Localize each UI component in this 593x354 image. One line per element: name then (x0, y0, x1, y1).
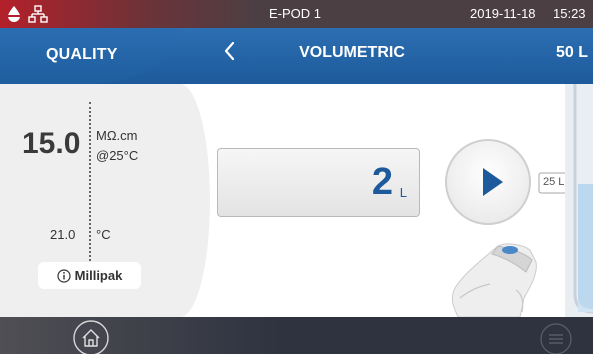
home-icon[interactable] (72, 319, 110, 354)
temperature-unit: °C (96, 227, 111, 242)
device-name: E-POD 1 (268, 6, 321, 21)
alert-drop-icon (6, 6, 22, 22)
quality-tab-label: QUALITY (46, 46, 118, 63)
resistivity-unit: MΩ.cm (96, 128, 138, 143)
back-chevron-icon[interactable] (218, 38, 242, 64)
quality-tab[interactable]: QUALITY (0, 28, 178, 84)
status-date: 2019-11-18 (470, 6, 536, 21)
quality-panel: 15.0 MΩ.cm @25°C 21.0 °C Millipak (0, 84, 210, 317)
dotted-divider (89, 102, 91, 277)
filter-label: Millipak (74, 268, 123, 283)
filter-info-button[interactable]: Millipak (38, 262, 141, 289)
volume-value: 2 (371, 161, 393, 203)
dispenser-gun-illustration (451, 243, 537, 318)
resistivity-value: 15.0 (22, 127, 81, 160)
status-time: 15:23 (553, 6, 586, 21)
play-icon (483, 168, 503, 196)
status-bar: E-POD 1 2019-11-18 15:23 (0, 0, 593, 28)
start-dispense-button[interactable] (445, 139, 531, 225)
page-title: VOLUMETRIC (299, 44, 405, 61)
volume-display[interactable]: 2 L (217, 148, 420, 217)
header-bar: QUALITY VOLUMETRIC 50 L (0, 28, 593, 84)
info-icon (57, 268, 71, 283)
reservoir-gauge (565, 84, 593, 317)
bottom-bar (0, 317, 593, 354)
preset-volume-label: 25 L (543, 176, 565, 188)
temperature-value: 21.0 (50, 227, 76, 242)
volume-preset-header[interactable]: 50 L (556, 44, 588, 62)
volume-unit: L (399, 185, 407, 200)
resistivity-ref-temp: @25°C (96, 148, 139, 163)
menu-icon[interactable] (538, 321, 574, 354)
network-icon (28, 5, 48, 23)
